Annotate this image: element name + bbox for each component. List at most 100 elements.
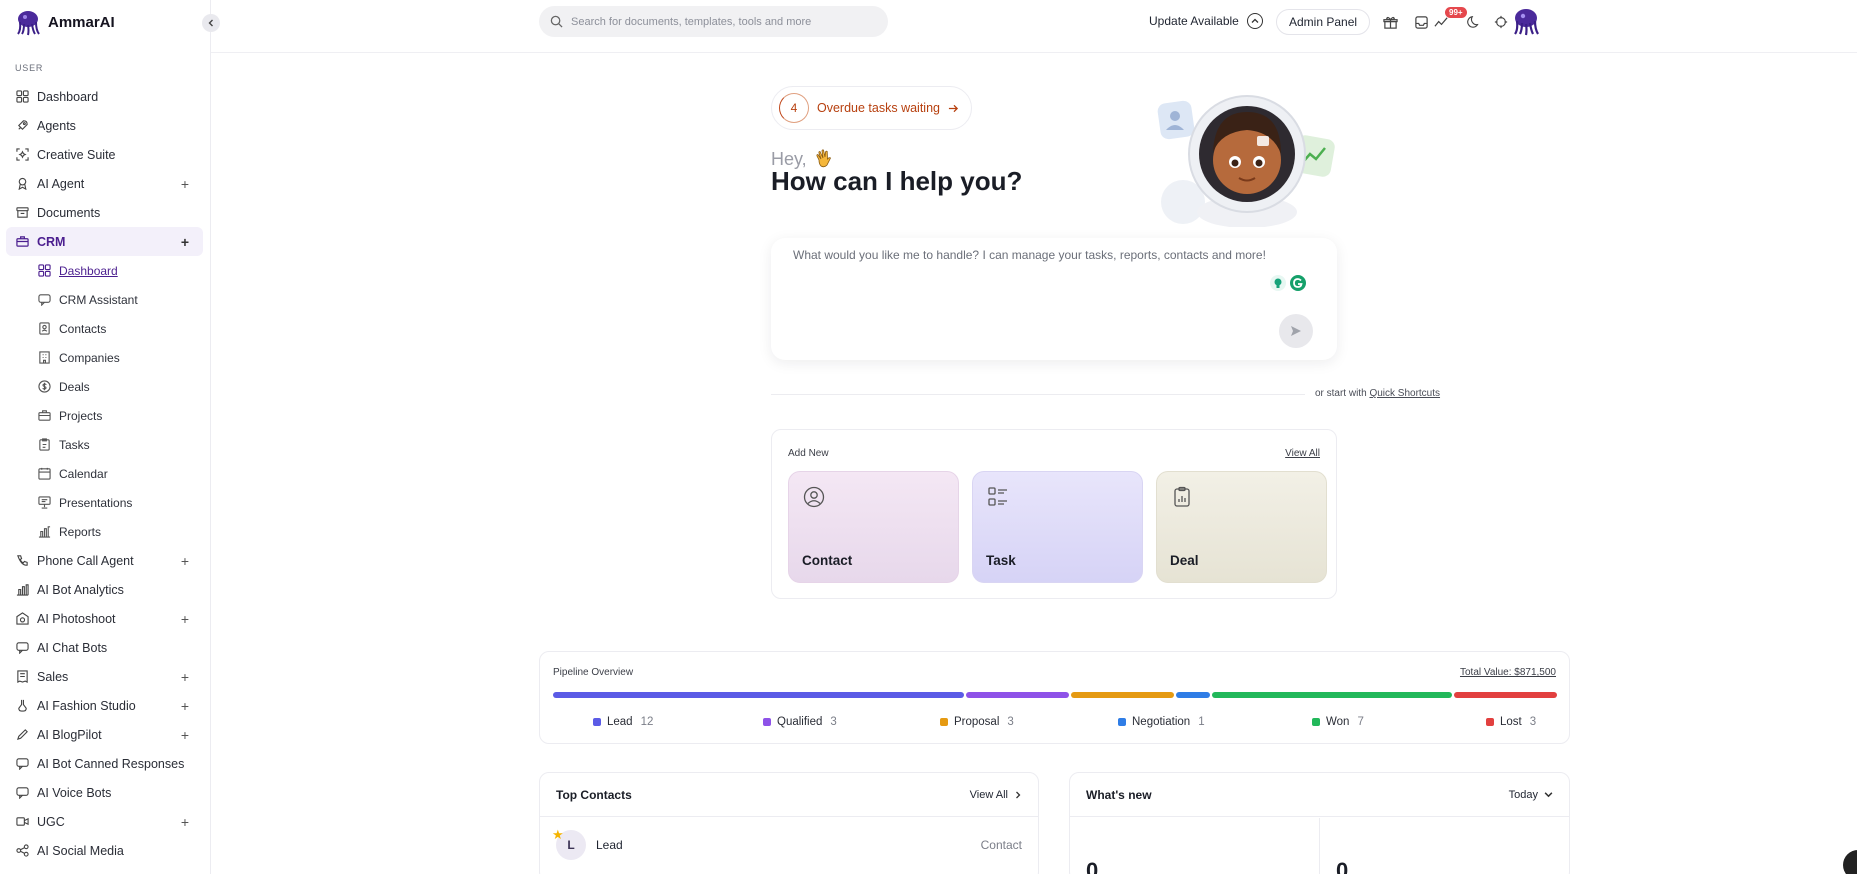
add-deal-card[interactable]: Deal [1156,471,1327,583]
sidebar-item-ai-voice-bots[interactable]: AI Voice Bots [0,778,203,807]
sidebar-item-ai-chat-bots[interactable]: AI Chat Bots [0,633,203,662]
pipeline-legend-item: Won 7 [1312,716,1364,728]
sidebar-item-dashboard[interactable]: Dashboard [0,82,203,111]
add-new-view-all-link[interactable]: View All [1285,448,1320,459]
phone-icon [15,554,29,568]
crm-sub-projects[interactable]: Projects [0,401,210,430]
legend-stage-name: Negotiation [1132,716,1191,728]
pipeline-legend-item: Proposal 3 [940,716,1014,728]
whats-new-panel: What's new Today 0 0 [1069,772,1570,874]
expand-plus-icon[interactable]: + [181,814,189,830]
crm-sub-dashboard[interactable]: Dashboard [0,256,210,285]
whats-new-stat-right: 0 [1320,818,1569,874]
sidebar-item-ai-bot-analytics[interactable]: AI Bot Analytics [0,575,203,604]
collapse-sidebar-button[interactable] [202,14,220,32]
sidebar-item-creative-suite[interactable]: Creative Suite [0,140,203,169]
sidebar-item-ai-fashion-studio[interactable]: AI Fashion Studio + [0,691,203,720]
expand-plus-icon[interactable]: + [181,611,189,627]
crm-sub-crm-assistant[interactable]: CRM Assistant [0,285,210,314]
chat-icon [15,641,29,655]
inbox-icon[interactable] [1412,13,1430,31]
rocket-icon [15,119,29,133]
expand-plus-icon[interactable]: + [181,553,189,569]
clipboard-icon [38,438,51,451]
whats-new-value: 0 [1086,858,1099,874]
crm-sub-calendar[interactable]: Calendar [0,459,210,488]
crm-sub-label: Contacts [59,321,107,336]
legend-stage-name: Qualified [777,716,823,728]
sidebar-item-label: Sales [37,669,69,684]
quick-shortcuts-link[interactable]: Quick Shortcuts [1369,388,1440,399]
top-header: Update Available Admin Panel 99+ [211,0,1857,53]
legend-swatch [940,718,948,726]
brand[interactable]: AmmarAI [14,6,115,38]
assistant-prompt-box [771,238,1337,360]
whats-new-header: What's new Today [1070,773,1569,817]
sidebar-item-ai-agent[interactable]: AI Agent + [0,169,203,198]
sidebar-item-ai-photoshoot[interactable]: AI Photoshoot + [0,604,203,633]
search-icon [550,15,563,28]
sidebar-item-label: Creative Suite [37,147,116,162]
assistant-prompt-input[interactable] [793,248,1313,288]
crm-sub-companies[interactable]: Companies [0,343,210,372]
top-contacts-title: Top Contacts [556,787,632,802]
astronaut-illustration [1157,95,1335,227]
receipt-icon [15,670,29,684]
top-contacts-view-all[interactable]: View All [970,789,1022,801]
crosshair-icon[interactable] [1492,13,1510,31]
moon-icon[interactable] [1465,13,1483,31]
gift-icon[interactable] [1381,13,1399,31]
grammarly-icon[interactable] [1289,274,1307,292]
chevron-left-icon [208,19,213,27]
crm-sub-tasks[interactable]: Tasks [0,430,210,459]
add-task-label: Task [986,553,1016,568]
crm-sub-label: Calendar [59,466,108,481]
search-input[interactable] [571,15,871,28]
sidebar-item-agents[interactable]: Agents [0,111,203,140]
sidebar-item-sales[interactable]: Sales + [0,662,203,691]
sidebar-item-crm[interactable]: CRM + [6,227,203,256]
legend-stage-count: 1 [1198,716,1205,728]
add-task-card[interactable]: Task [972,471,1143,583]
pipeline-legend-item: Qualified 3 [763,716,837,728]
update-available-button[interactable]: Update Available [1149,13,1263,29]
legend-swatch [1118,718,1126,726]
sidebar-item-phone-call-agent[interactable]: Phone Call Agent + [0,546,203,575]
sparkle-frame-icon [15,148,29,162]
expand-plus-icon[interactable]: + [181,669,189,685]
sidebar-item-ai-blogpilot[interactable]: AI BlogPilot + [0,720,203,749]
chat-icon [15,786,29,800]
expand-plus-icon[interactable]: + [181,234,189,250]
whats-new-stat-left: 0 [1070,818,1320,874]
crm-sub-contacts[interactable]: Contacts [0,314,210,343]
chat-widget-button[interactable] [1843,850,1857,874]
legend-stage-count: 7 [1357,716,1364,728]
sidebar-item-documents[interactable]: Documents [0,198,203,227]
sidebar-item-ai-social-media[interactable]: AI Social Media [0,836,203,865]
overdue-tasks-pill[interactable]: 4 Overdue tasks waiting [771,86,972,130]
send-button[interactable] [1279,314,1313,348]
sidebar-item-ai-bot-canned-responses[interactable]: AI Bot Canned Responses [0,749,203,778]
bar-chart-icon [15,583,29,597]
admin-panel-button[interactable]: Admin Panel [1276,9,1371,35]
crm-sub-label: CRM Assistant [59,292,138,307]
contact-row[interactable]: ★ L Lead Contact [540,817,1038,873]
crm-sub-reports[interactable]: Reports [0,517,210,546]
expand-plus-icon[interactable]: + [181,727,189,743]
user-avatar[interactable] [1511,6,1541,36]
sidebar-nav: Dashboard Agents Creative Suite AI Agent… [0,82,210,865]
legend-swatch [593,718,601,726]
add-contact-card[interactable]: Contact [788,471,959,583]
expand-plus-icon[interactable]: + [181,176,189,192]
crm-sub-label: Tasks [59,437,90,452]
sidebar-item-label: CRM [37,234,66,249]
lightbulb-icon[interactable] [1269,274,1287,292]
expand-plus-icon[interactable]: + [181,698,189,714]
pipeline-total-value[interactable]: Total Value: $871,500 [1460,667,1556,678]
global-search[interactable] [539,6,888,37]
sidebar-item-label: AI Photoshoot [37,611,116,626]
crm-sub-label: Dashboard [59,263,118,278]
sidebar-item-ugc[interactable]: UGC + [0,807,203,836]
crm-sub-presentations[interactable]: Presentations [0,488,210,517]
whats-new-filter-dropdown[interactable]: Today [1509,789,1553,801]
